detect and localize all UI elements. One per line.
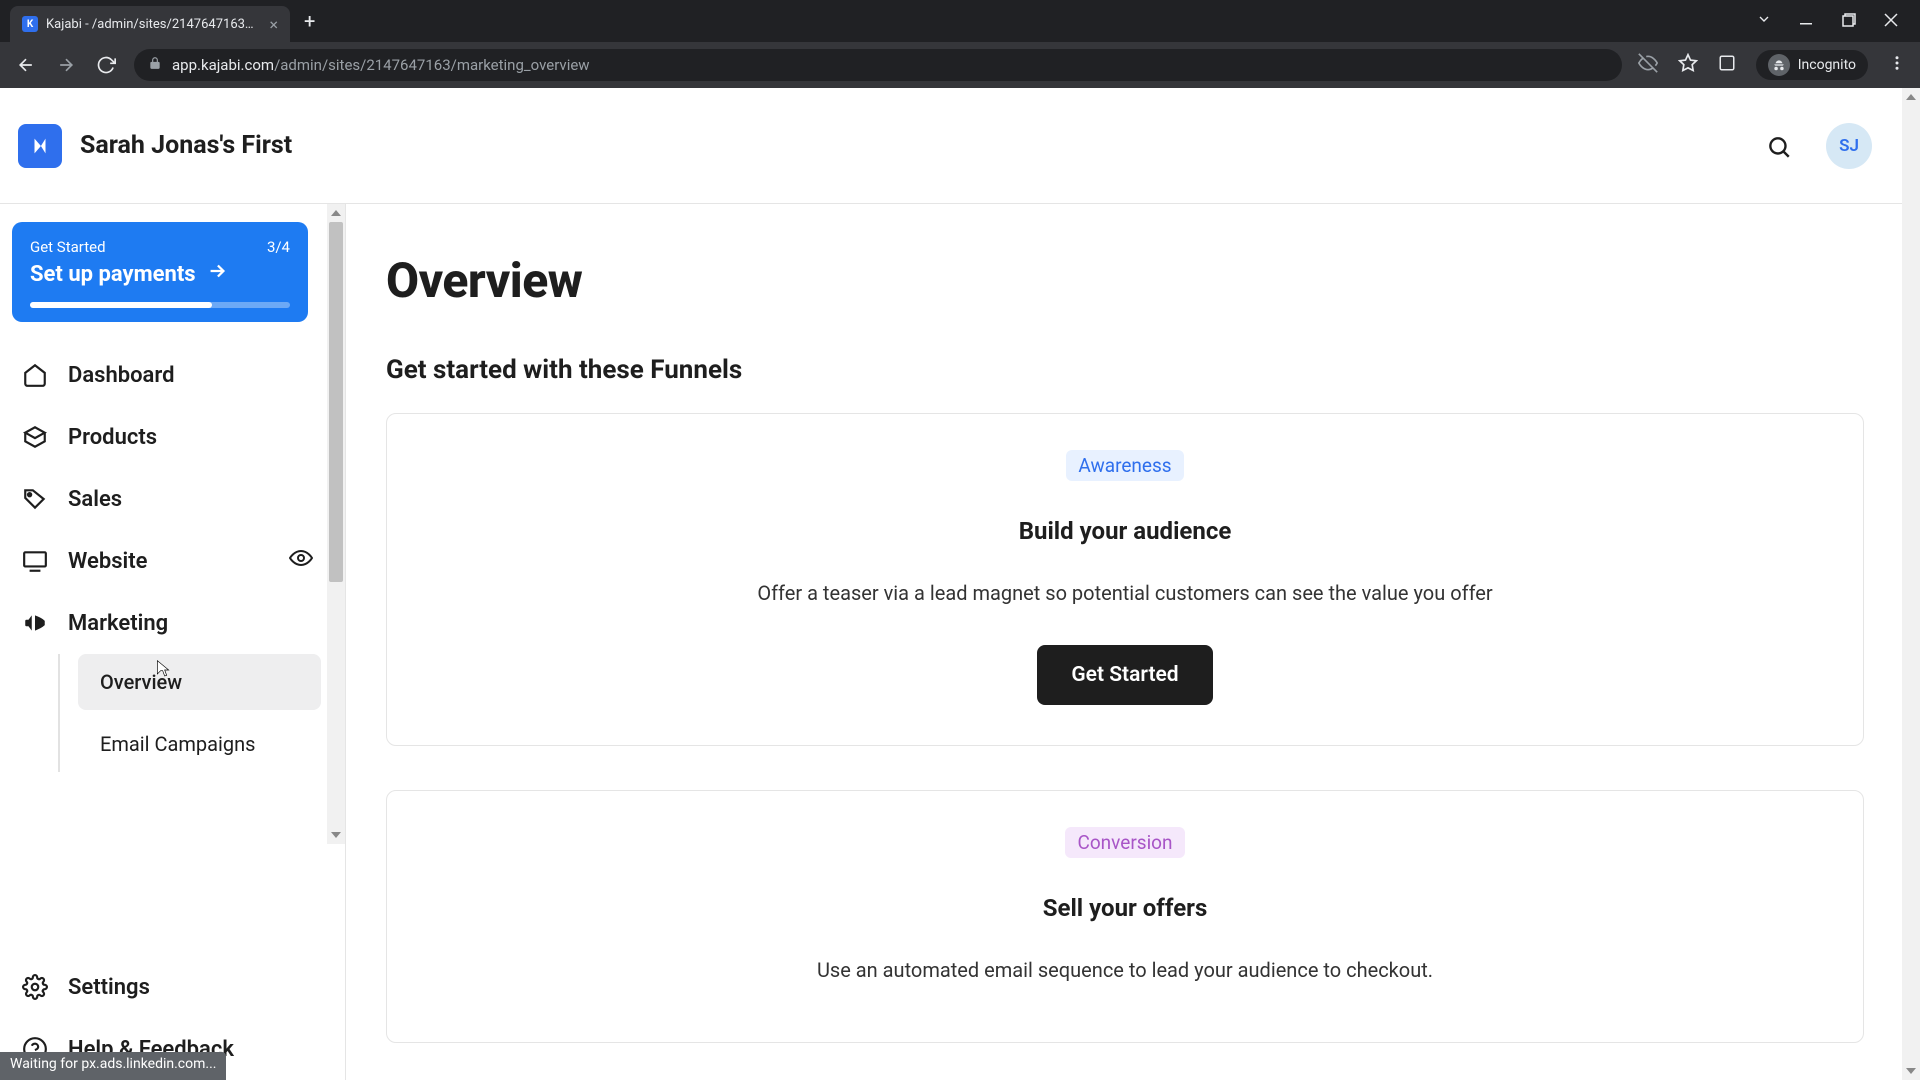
sidebar-item-settings[interactable]: Settings xyxy=(12,956,331,1018)
megaphone-icon xyxy=(22,610,48,636)
sidebar-item-label: Marketing xyxy=(68,611,168,636)
status-text: Waiting for px.ads.linkedin.com... xyxy=(10,1056,216,1072)
get-started-button[interactable]: Get Started xyxy=(1037,645,1212,705)
search-button[interactable] xyxy=(1766,134,1790,158)
sidebar-item-label: Website xyxy=(68,549,147,574)
funnel-card-title: Build your audience xyxy=(427,517,1823,545)
subnav-item-email-campaigns[interactable]: Email Campaigns xyxy=(78,716,321,772)
sidebar-item-label: Products xyxy=(68,425,157,450)
incognito-chip[interactable]: Incognito xyxy=(1756,50,1868,80)
window-close-icon[interactable] xyxy=(1884,12,1898,31)
page-title: Overview xyxy=(386,252,1864,309)
eye-icon[interactable] xyxy=(289,546,313,576)
badge-awareness: Awareness xyxy=(1066,450,1183,481)
url-text: app.kajabi.com/admin/sites/2147647163/ma… xyxy=(172,56,590,74)
tag-icon xyxy=(22,486,48,512)
get-started-label: Get Started xyxy=(30,238,106,256)
get-started-action-label: Set up payments xyxy=(30,262,196,287)
funnel-card-title: Sell your offers xyxy=(427,894,1823,922)
browser-forward-button[interactable] xyxy=(54,53,78,77)
subnav-label: Email Campaigns xyxy=(100,732,255,756)
box-icon xyxy=(22,424,48,450)
sidebar-item-label: Sales xyxy=(68,487,122,512)
sidebar-item-products[interactable]: Products xyxy=(12,406,331,468)
window-minimize-icon[interactable] xyxy=(1800,12,1814,31)
funnel-card-conversion: Conversion Sell your offers Use an autom… xyxy=(386,790,1864,1043)
funnel-card-description: Offer a teaser via a lead magnet so pote… xyxy=(427,581,1823,605)
sidebar-item-sales[interactable]: Sales xyxy=(12,468,331,530)
window-maximize-icon[interactable] xyxy=(1842,12,1856,31)
site-name: Sarah Jonas's First xyxy=(80,131,292,160)
get-started-progress-bar xyxy=(30,302,290,308)
arrow-right-icon xyxy=(206,260,228,288)
user-avatar[interactable]: SJ xyxy=(1826,123,1872,169)
app-header: Sarah Jonas's First SJ xyxy=(0,88,1920,204)
url-bar[interactable]: app.kajabi.com/admin/sites/2147647163/ma… xyxy=(134,49,1622,81)
sidebar-scroll-thumb[interactable] xyxy=(329,222,343,582)
monitor-icon xyxy=(22,548,48,574)
funnel-card-description: Use an automated email sequence to lead … xyxy=(427,958,1823,982)
new-tab-button[interactable]: + xyxy=(304,9,315,33)
incognito-label: Incognito xyxy=(1798,57,1856,73)
sidebar-item-dashboard[interactable]: Dashboard xyxy=(12,344,331,406)
lock-icon xyxy=(148,56,162,74)
incognito-icon xyxy=(1768,54,1790,76)
badge-conversion: Conversion xyxy=(1065,827,1184,858)
sidebar: Get Started 3/4 Set up payments Dashb xyxy=(0,204,346,1080)
kajabi-logo[interactable] xyxy=(18,124,62,168)
subnav-label: Overview xyxy=(100,670,182,694)
browser-status-bar: Waiting for px.ads.linkedin.com... xyxy=(0,1052,226,1080)
section-title: Get started with these Funnels xyxy=(386,355,1864,385)
sidebar-item-label: Settings xyxy=(68,975,150,1000)
avatar-initials: SJ xyxy=(1839,136,1859,156)
home-icon xyxy=(22,362,48,388)
main-content: Overview Get started with these Funnels … xyxy=(346,204,1920,1080)
funnel-card-awareness: Awareness Build your audience Offer a te… xyxy=(386,413,1864,746)
browser-back-button[interactable] xyxy=(14,53,38,77)
marketing-subnav: Overview Email Campaigns xyxy=(58,654,331,772)
tabs-dropdown-icon[interactable] xyxy=(1756,11,1772,31)
get-started-progress-text: 3/4 xyxy=(267,238,290,256)
extensions-icon[interactable] xyxy=(1718,54,1736,76)
page-scrollbar[interactable] xyxy=(1902,88,1920,1080)
tab-close-icon[interactable]: × xyxy=(269,15,278,34)
tab-favicon: K xyxy=(22,16,38,32)
gear-icon xyxy=(22,974,48,1000)
tab-title: Kajabi - /admin/sites/2147647163… xyxy=(46,17,261,32)
browser-menu-icon[interactable] xyxy=(1888,54,1906,76)
get-started-card[interactable]: Get Started 3/4 Set up payments xyxy=(12,222,308,322)
subnav-item-overview[interactable]: Overview xyxy=(78,654,321,710)
sidebar-item-label: Dashboard xyxy=(68,363,174,388)
tracking-blocked-icon[interactable] xyxy=(1638,53,1658,77)
sidebar-item-marketing[interactable]: Marketing xyxy=(12,592,331,654)
sidebar-item-website[interactable]: Website xyxy=(12,530,331,592)
bookmark-icon[interactable] xyxy=(1678,53,1698,77)
browser-tab[interactable]: K Kajabi - /admin/sites/2147647163… × xyxy=(10,6,290,42)
browser-reload-button[interactable] xyxy=(94,53,118,77)
